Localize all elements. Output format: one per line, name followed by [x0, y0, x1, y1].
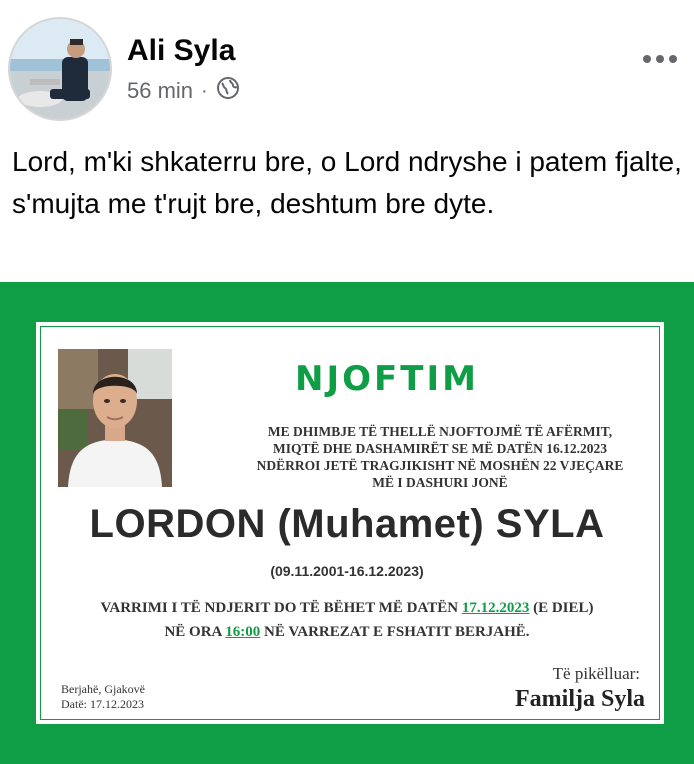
- notice-intro: ME DHIMBJE TË THELLË NJOFTOJMË TË AFËRMI…: [200, 423, 680, 491]
- deceased-name: LORDON (Muhamet) SYLA: [89, 502, 605, 546]
- notice-place: Berjahë, Gjakovë: [61, 682, 145, 696]
- post-meta: 56 min ·: [127, 76, 240, 106]
- post-text: Lord, m'ki shkaterru bre, o Lord ndryshe…: [12, 146, 682, 219]
- more-dot: [643, 55, 651, 63]
- intro-line: ME DHIMBJE TË THELLË NJOFTOJMË TË AFËRMI…: [267, 424, 613, 439]
- intro-line: MIQTË DHE DASHAMIRËT SE MË DATËN 16.12.2…: [272, 441, 608, 456]
- globe-icon[interactable]: [216, 76, 240, 106]
- funeral-text: NË ORA: [164, 624, 226, 640]
- author-name[interactable]: Ali Syla: [127, 34, 235, 68]
- funeral-details: VARRIMI I TË NDJERIT DO TË BËHET MË DATË…: [0, 596, 694, 644]
- more-dot: [656, 55, 664, 63]
- author-avatar[interactable]: [8, 17, 112, 121]
- mourners-label: Të pikëlluar:: [552, 664, 640, 683]
- notice-place-date: Berjahë, Gjakovë Datë: 17.12.2023: [61, 682, 145, 712]
- intro-line: MË I DASHURI JONË: [372, 475, 508, 490]
- more-options-icon[interactable]: [638, 44, 682, 74]
- funeral-line-1: VARRIMI I TË NDJERIT DO TË BËHET MË DATË…: [0, 596, 694, 620]
- funeral-text: NË VARREZAT E FSHATIT BERJAHË.: [260, 624, 530, 640]
- funeral-line-2: NË ORA 16:00 NË VARREZAT E FSHATIT BERJA…: [0, 620, 694, 644]
- avatar-photo: [10, 19, 110, 119]
- meta-separator: ·: [201, 79, 208, 102]
- notice-title: NJOFTIM: [295, 359, 479, 399]
- more-dot: [669, 55, 677, 63]
- funeral-date: 17.12.2023: [461, 600, 530, 616]
- funeral-text: VARRIMI I TË NDJERIT DO TË BËHET MË DATË…: [100, 600, 462, 616]
- life-dates: (09.11.2001-16.12.2023): [270, 563, 424, 579]
- funeral-time: 16:00: [225, 624, 261, 640]
- post-time[interactable]: 56 min: [127, 78, 193, 104]
- intro-line: NDËRROI JETË TRAGJIKISHT NË MOSHËN 22 VJ…: [256, 458, 624, 473]
- family-name: Familja Syla: [515, 686, 645, 712]
- funeral-text: (E DIEL): [529, 600, 594, 616]
- notice-issued-date: Datë: 17.12.2023: [61, 697, 144, 711]
